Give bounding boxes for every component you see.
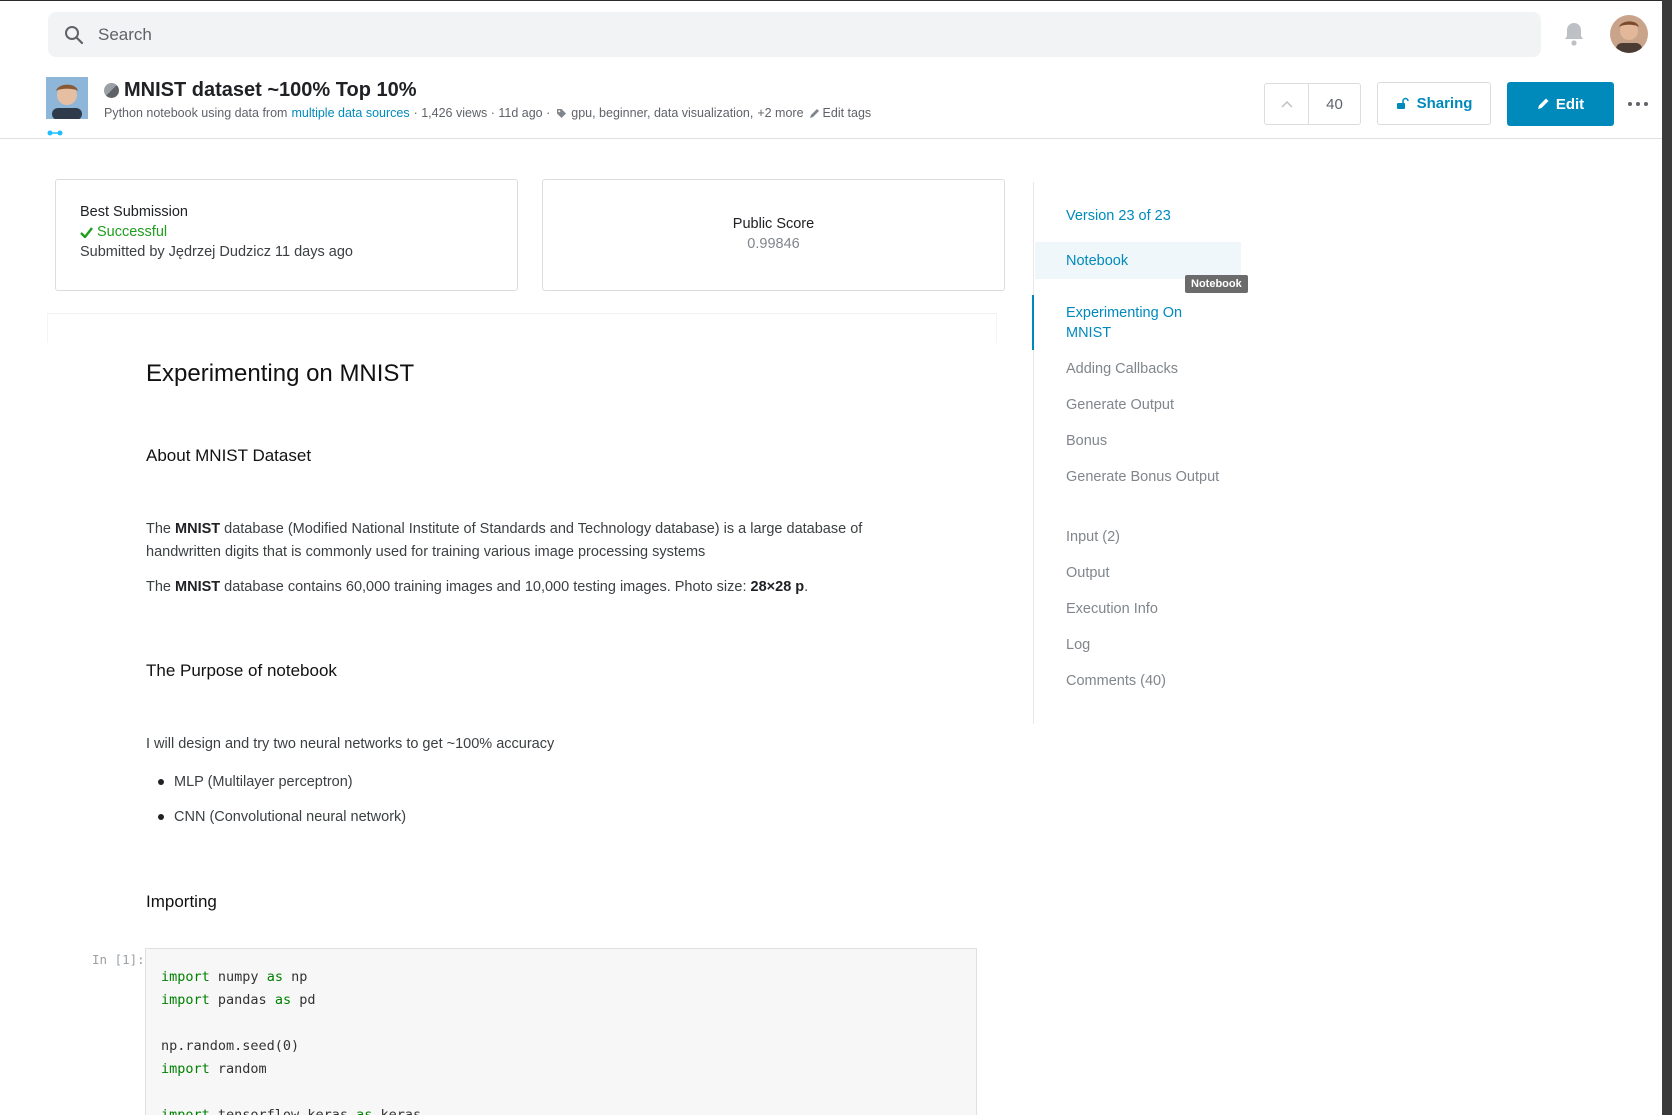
notebook-tooltip: Notebook	[1185, 275, 1248, 293]
notification-bell-icon[interactable]	[1562, 21, 1586, 47]
vote-count: 40	[1326, 95, 1343, 113]
paragraph-purpose: I will design and try two neural network…	[146, 736, 555, 752]
list-item: MLP (Multilayer perceptron)	[158, 774, 353, 790]
edit-button[interactable]: Edit	[1507, 82, 1614, 126]
toc-item-bonus-output[interactable]: Generate Bonus Output	[1066, 467, 1219, 487]
pencil-icon	[1537, 98, 1549, 110]
toc-section-comments[interactable]: Comments (40)	[1066, 671, 1166, 691]
meta-prefix: Python notebook using data from	[104, 106, 288, 120]
sharing-button[interactable]: Sharing	[1377, 82, 1491, 125]
tag-icon	[556, 108, 567, 119]
search-bar[interactable]	[48, 12, 1541, 57]
vote-widget: 40	[1264, 83, 1361, 125]
tags-more[interactable]: +2 more	[757, 106, 803, 120]
notebook-meta: Python notebook using data from multiple…	[104, 106, 871, 120]
toc-item-bonus[interactable]: Bonus	[1066, 431, 1107, 451]
public-score-value: 0.99846	[747, 236, 800, 252]
paragraph-mnist-intro: The MNIST database (Modified National In…	[146, 521, 863, 560]
list-item: CNN (Convolutional neural network)	[158, 809, 406, 825]
best-submission-label: Best Submission	[80, 204, 188, 220]
notebook-frame	[47, 313, 997, 343]
version-link[interactable]: Version 23 of 23	[1066, 208, 1171, 224]
toc-item-callbacks[interactable]: Adding Callbacks	[1066, 359, 1178, 379]
heading-about: About MNIST Dataset	[146, 446, 312, 465]
toc-notebook-tab[interactable]: Notebook	[1035, 242, 1241, 279]
toc-section-output[interactable]: Output	[1066, 563, 1110, 583]
toc-divider	[1033, 182, 1034, 724]
heading-experimenting: Experimenting on MNIST	[146, 360, 415, 387]
toc-section-input[interactable]: Input (2)	[1066, 527, 1120, 547]
chevron-up-icon	[1280, 100, 1293, 108]
toc-item-experimenting[interactable]: Experimenting On MNIST	[1066, 303, 1216, 343]
toc-item-generate-output[interactable]: Generate Output	[1066, 395, 1174, 415]
search-input[interactable]	[98, 24, 698, 45]
toc-section-log[interactable]: Log	[1066, 635, 1090, 655]
unlock-icon	[1396, 97, 1409, 110]
edit-label: Edit	[1555, 95, 1585, 113]
code-cell[interactable]: import numpy as np import pandas as pd n…	[145, 948, 977, 1115]
toc-section-execution-info[interactable]: Execution Info	[1066, 599, 1158, 619]
edit-tags-link[interactable]: Edit tags	[823, 106, 872, 120]
check-icon	[80, 226, 93, 238]
notebook-header: MNIST dataset ~100% Top 10% Python noteb…	[0, 71, 1662, 139]
public-score-label: Public Score	[732, 216, 815, 232]
owner-avatar[interactable]	[46, 77, 88, 119]
tier-badge-icon	[47, 123, 63, 136]
public-visibility-icon	[104, 83, 119, 98]
meta-stats: · 1,426 views · 11d ago ·	[413, 106, 551, 120]
public-score-card: Public Score 0.99846	[542, 179, 1005, 291]
submitted-by: Submitted by Jędrzej Dudzicz 11 days ago	[80, 244, 353, 260]
heading-importing: Importing	[146, 892, 217, 911]
user-avatar[interactable]	[1610, 15, 1648, 53]
upvote-button[interactable]	[1265, 84, 1309, 124]
notebook-title: MNIST dataset ~100% Top 10%	[124, 79, 417, 101]
data-sources-link[interactable]: multiple data sources	[291, 106, 409, 120]
heading-purpose: The Purpose of notebook	[146, 661, 337, 680]
search-icon	[64, 24, 86, 46]
scrollbar[interactable]	[1662, 0, 1672, 1115]
edit-tags-pencil-icon	[809, 108, 820, 119]
paragraph-mnist-size: The MNIST database contains 60,000 train…	[146, 579, 809, 595]
best-submission-card: Best Submission Successful Submitted by …	[55, 179, 518, 291]
submission-status: Successful	[80, 224, 517, 240]
sharing-label: Sharing	[1416, 95, 1473, 112]
status-text: Successful	[97, 224, 168, 240]
cell-execution-label: In [1]:	[92, 952, 145, 967]
more-options-icon[interactable]	[1628, 96, 1648, 112]
kaggle-notebook-page: MNIST dataset ~100% Top 10% Python noteb…	[0, 1, 1662, 1115]
tags-list[interactable]: gpu, beginner, data visualization,	[571, 106, 753, 120]
toc-active-indicator	[1032, 295, 1034, 350]
